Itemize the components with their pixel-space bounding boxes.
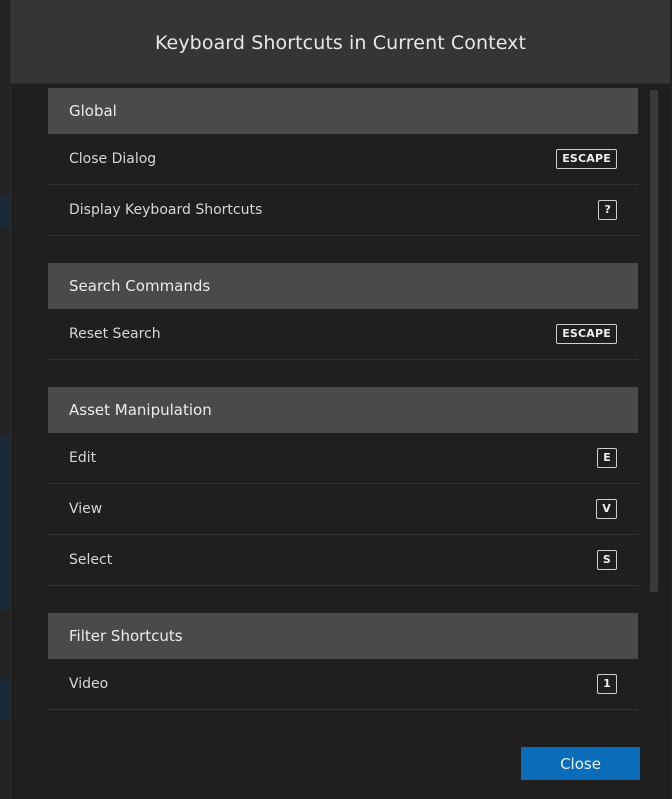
shortcut-key: ESCAPE	[556, 324, 617, 344]
shortcut-label: Reset Search	[69, 326, 161, 342]
shortcut-row: Edit E	[48, 433, 638, 484]
shortcut-label: Close Dialog	[69, 151, 157, 167]
section-title: Filter Shortcuts	[69, 627, 183, 645]
shortcut-key: ?	[598, 200, 617, 220]
shortcut-row: Close Dialog ESCAPE	[48, 134, 638, 185]
section-title: Search Commands	[69, 277, 211, 295]
section-header-global: Global	[48, 88, 638, 134]
shortcut-key: V	[596, 499, 617, 519]
shortcut-label: Select	[69, 552, 113, 568]
shortcut-list: Global Close Dialog ESCAPE Display Keybo…	[48, 88, 638, 710]
shortcut-key: S	[596, 550, 617, 570]
section-title: Asset Manipulation	[69, 401, 212, 419]
shortcut-row: Display Keyboard Shortcuts ?	[48, 185, 638, 236]
dialog-title: Keyboard Shortcuts in Current Context	[154, 31, 527, 54]
dialog-header: Keyboard Shortcuts in Current Context	[11, 0, 670, 84]
close-button[interactable]: Close	[521, 747, 640, 780]
shortcut-key: ESCAPE	[556, 149, 617, 169]
background-edge-strip	[0, 680, 10, 720]
section-header-asset-manipulation: Asset Manipulation	[48, 387, 638, 433]
shortcut-key: E	[597, 448, 617, 468]
shortcut-label: Edit	[69, 450, 97, 466]
section-header-filter-shortcuts: Filter Shortcuts	[48, 613, 638, 659]
shortcut-label: Video	[69, 676, 109, 692]
shortcut-label: Display Keyboard Shortcuts	[69, 202, 263, 218]
shortcut-row: Select S	[48, 535, 638, 586]
background-edge-strip	[0, 195, 10, 227]
dialog-body[interactable]: Global Close Dialog ESCAPE Display Keybo…	[11, 84, 671, 723]
section-header-search-commands: Search Commands	[48, 263, 638, 309]
shortcut-row: Reset Search ESCAPE	[48, 309, 638, 360]
shortcut-row: View V	[48, 484, 638, 535]
vertical-scrollbar[interactable]	[650, 90, 658, 592]
shortcut-row: Video 1	[48, 659, 638, 710]
dialog-footer: Close	[11, 723, 671, 799]
section-title: Global	[69, 102, 117, 120]
shortcut-label: View	[69, 501, 103, 517]
keyboard-shortcuts-dialog: Keyboard Shortcuts in Current Context Gl…	[10, 0, 671, 799]
shortcut-key: 1	[597, 674, 617, 694]
background-edge-strip	[0, 435, 10, 610]
